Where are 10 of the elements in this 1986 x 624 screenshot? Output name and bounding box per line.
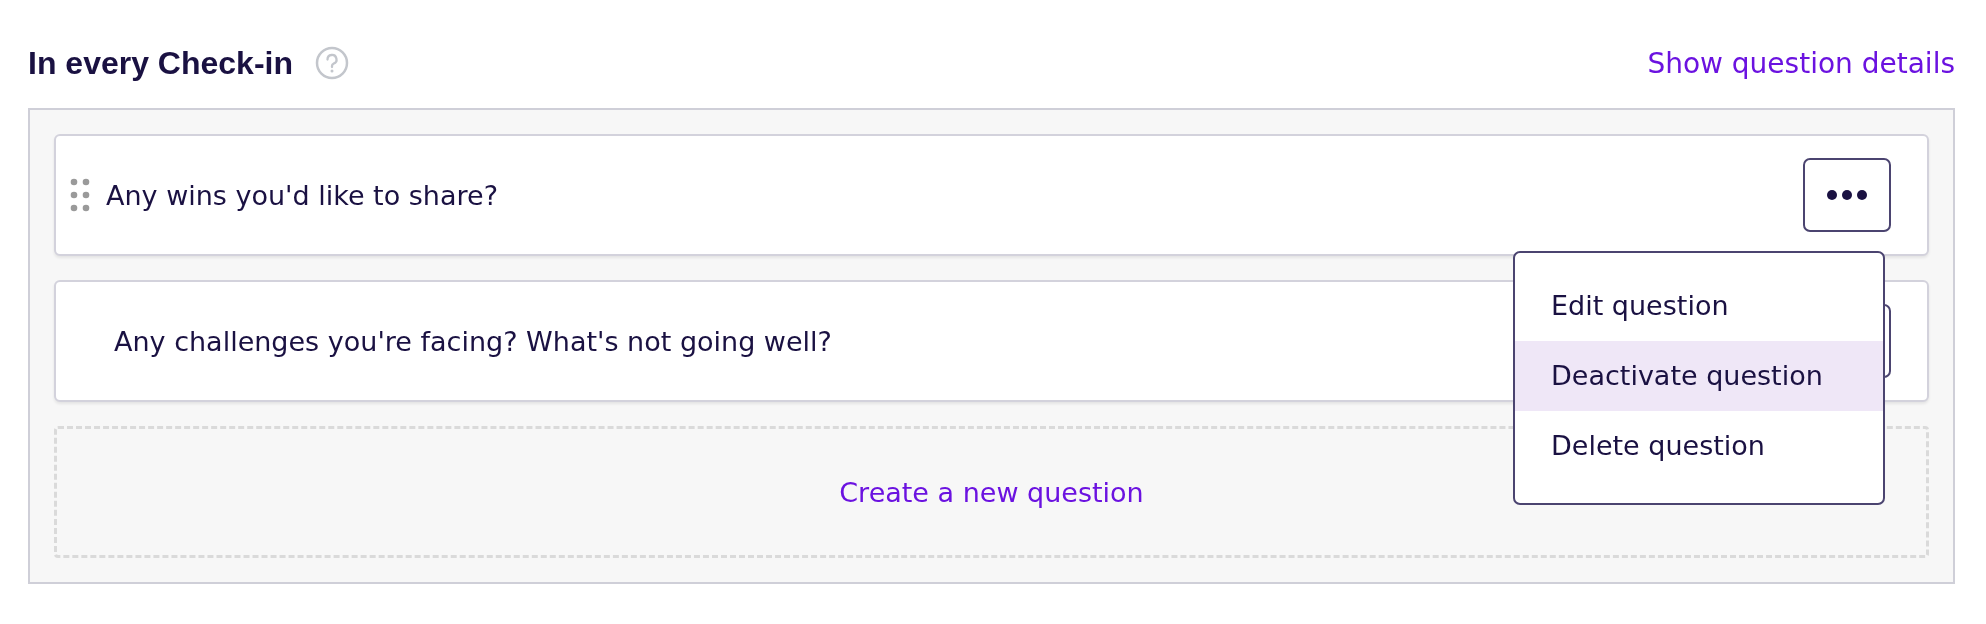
- section-title: In every Check-in: [28, 44, 293, 82]
- menu-item[interactable]: Deactivate question: [1515, 341, 1883, 411]
- drag-handle-icon[interactable]: [70, 178, 90, 212]
- question-text: Any wins you'd like to share?: [106, 179, 499, 211]
- question-text: Any challenges you're facing? What's not going well?: [114, 325, 833, 357]
- help-icon[interactable]: [315, 46, 349, 80]
- show-details-link[interactable]: Show question details: [1647, 46, 1955, 80]
- menu-item[interactable]: Edit question: [1515, 271, 1883, 341]
- more-icon: [1826, 189, 1868, 201]
- more-button[interactable]: [1803, 158, 1891, 232]
